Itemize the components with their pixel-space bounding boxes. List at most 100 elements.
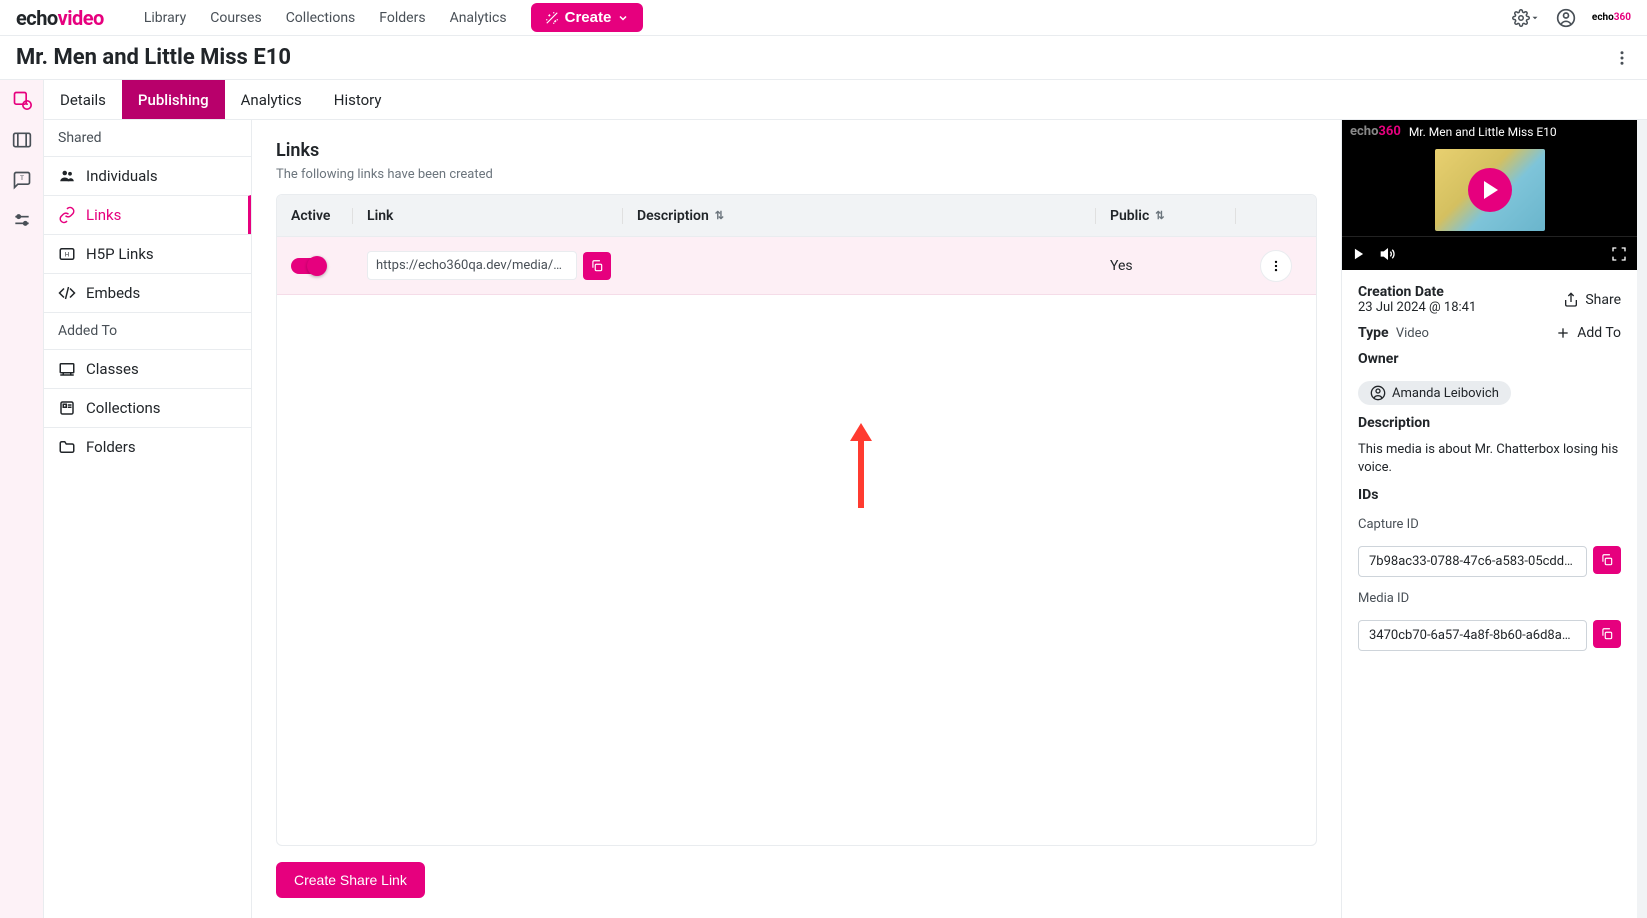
sidebar-item-classes[interactable]: Classes [44,349,251,388]
copy-capture-id-button[interactable] [1593,546,1621,574]
table-row: https://echo360qa.dev/media/ca2e... Yes [277,237,1316,295]
folder-icon [58,438,76,456]
transcript-icon: T [12,170,32,190]
link-url-field[interactable]: https://echo360qa.dev/media/ca2e... [367,251,577,280]
cell-link: https://echo360qa.dev/media/ca2e... [353,251,625,280]
play-icon[interactable] [1352,247,1366,261]
tabs: Details Publishing Analytics History [44,80,1647,120]
sidebar-item-individuals[interactable]: Individuals [44,156,251,195]
create-label: Create [565,9,612,26]
col-link[interactable]: Link [353,208,623,224]
sidebar-item-h5p[interactable]: H H5P Links [44,234,251,273]
tab-history[interactable]: History [318,80,398,119]
rail-sliders[interactable] [10,208,34,232]
capture-id-field[interactable]: 7b98ac33-0788-47c6-a583-05cdd161... [1358,546,1587,577]
type-value: Video [1396,326,1429,341]
sidebar-heading-addedto: Added To [44,312,251,349]
sliders-icon [12,210,32,230]
sidebar-item-embeds[interactable]: Embeds [44,273,251,312]
sidebar-item-collections[interactable]: Collections [44,388,251,427]
sidebar-item-label: Folders [86,438,136,456]
sidebar-item-label: Collections [86,399,161,417]
cell-actions [1236,250,1316,282]
left-rail: T [0,80,44,918]
row-menu-button[interactable] [1260,250,1292,282]
account-button[interactable] [1556,8,1576,28]
create-button[interactable]: Create [531,3,644,32]
col-description[interactable]: Description ⇅ [623,208,1096,224]
kebab-icon [1613,49,1631,67]
description-label: Description [1358,415,1621,431]
tab-details[interactable]: Details [44,80,122,119]
copy-link-button[interactable] [583,252,611,280]
page-menu-button[interactable] [1613,49,1631,67]
col-public[interactable]: Public ⇅ [1096,208,1236,224]
owner-chip[interactable]: Amanda Leibovich [1358,381,1511,405]
body: T Details Publishing Analytics History S… [0,80,1647,918]
settings-button[interactable] [1512,9,1540,27]
users-icon [58,167,76,185]
publishing-sidebar: Shared Individuals Links H H5P Links Emb… [44,120,252,918]
media-id-row: 3470cb70-6a57-4a8f-8b60-a6d8a952... [1358,620,1621,651]
nav-collections[interactable]: Collections [286,10,356,26]
code-icon [58,284,76,302]
capture-id-label: Capture ID [1358,517,1621,532]
classes-icon [58,360,76,378]
rail-video[interactable] [10,128,34,152]
fullscreen-icon[interactable] [1611,246,1627,262]
nav-courses[interactable]: Courses [210,10,261,26]
tab-publishing[interactable]: Publishing [122,80,225,119]
sidebar-item-links[interactable]: Links [44,195,251,234]
volume-icon[interactable] [1380,246,1396,262]
tab-analytics[interactable]: Analytics [225,80,318,119]
media-id-label: Media ID [1358,591,1621,606]
main-content: Links The following links have been crea… [252,120,1341,918]
owner-label: Owner [1358,351,1621,367]
addto-label: Add To [1577,325,1621,341]
cell-active [277,258,353,274]
media-id-field[interactable]: 3470cb70-6a57-4a8f-8b60-a6d8a952... [1358,620,1587,651]
creation-date-label: Creation Date [1358,284,1476,300]
col-desc-label: Description [637,208,709,224]
scrollbar[interactable] [1637,120,1647,918]
add-to-button[interactable]: Add To [1555,325,1621,341]
meta-type-row: Type Video Add To [1358,325,1621,341]
svg-text:H: H [65,251,69,258]
description-value: This media is about Mr. Chatterbox losin… [1358,441,1621,477]
share-button[interactable]: Share [1563,292,1621,308]
video-preview[interactable]: echo360 Mr. Men and Little Miss E10 [1342,120,1637,270]
play-button[interactable] [1468,168,1512,212]
user-icon [1370,385,1386,401]
copy-media-id-button[interactable] [1593,620,1621,648]
sidebar-item-label: H5P Links [86,245,154,263]
copy-icon [1600,553,1614,567]
wand-icon [545,11,559,25]
rail-transcript[interactable]: T [10,168,34,192]
collections-icon [58,399,76,417]
sort-icon: ⇅ [715,209,724,222]
video-header: echo360 Mr. Men and Little Miss E10 [1342,120,1637,143]
table-header: Active Link Description ⇅ Public ⇅ [277,195,1316,237]
sidebar-item-folders[interactable]: Folders [44,427,251,466]
title-row: Mr. Men and Little Miss E10 [0,36,1647,80]
col-active[interactable]: Active [277,208,353,224]
create-share-link-button[interactable]: Create Share Link [276,862,425,898]
owner-name: Amanda Leibovich [1392,386,1499,401]
sidebar-item-label: Links [86,206,121,224]
nav-analytics[interactable]: Analytics [450,10,507,26]
link-icon [58,206,76,224]
nav-library[interactable]: Library [144,10,186,26]
nav-folders[interactable]: Folders [379,10,425,26]
preview-watermark: echo360 [1350,124,1401,139]
brand-logo[interactable]: echovideo [16,6,104,30]
sidebar-heading-shared: Shared [44,120,251,156]
rail-info[interactable] [10,88,34,112]
h5p-icon: H [58,245,76,263]
topbar-right: echo360 [1512,8,1631,28]
links-table: Active Link Description ⇅ Public ⇅ [276,194,1317,846]
video-thumbnail[interactable] [1342,143,1637,236]
active-toggle[interactable] [291,258,325,274]
user-circle-icon [1556,8,1576,28]
ids-label: IDs [1358,487,1621,503]
mini-logo: echo360 [1592,12,1631,23]
